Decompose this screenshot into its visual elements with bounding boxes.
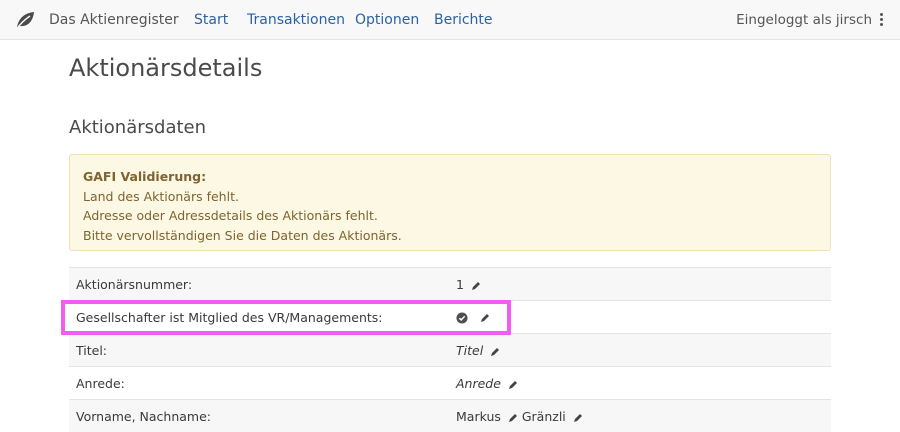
edit-pencil-icon[interactable]	[508, 413, 518, 423]
leaf-logo-icon[interactable]	[14, 9, 36, 31]
alert-line: Bitte vervollständigen Sie die Daten des…	[83, 227, 402, 243]
nav-link-optionen[interactable]: Optionen	[355, 12, 419, 28]
shareholder-number: 1	[456, 277, 464, 292]
edit-pencil-icon[interactable]	[471, 281, 481, 291]
more-options-icon[interactable]	[880, 13, 884, 28]
alert-line: Land des Aktionärs fehlt.	[83, 188, 239, 204]
nav-link-transaktionen[interactable]: Transaktionen	[247, 12, 345, 28]
first-name[interactable]: Markus	[456, 409, 501, 424]
nav-link-start[interactable]: Start	[194, 12, 228, 28]
validation-alert: GAFI Validierung: Land des Aktionärs feh…	[69, 154, 831, 251]
top-navbar: Das Aktienregister Start Transaktionen O…	[0, 0, 900, 40]
logged-in-user[interactable]: Eingeloggt als jirsch	[736, 12, 872, 28]
brand-name[interactable]: Das Aktienregister	[49, 12, 179, 28]
edit-pencil-icon[interactable]	[480, 313, 490, 323]
row-value: Titel	[456, 343, 500, 358]
table-row: Anrede: Anrede	[69, 366, 831, 399]
table-row: Titel: Titel	[69, 333, 831, 366]
row-value: 1	[456, 277, 481, 292]
check-circle-icon	[456, 311, 468, 324]
edit-pencil-icon[interactable]	[508, 380, 518, 390]
row-label: Aktionärsnummer:	[76, 277, 193, 292]
row-label: Gesellschafter ist Mitglied des VR/Manag…	[76, 310, 383, 325]
title-placeholder[interactable]: Titel	[456, 343, 483, 358]
row-label: Anrede:	[76, 376, 125, 391]
last-name[interactable]: Gränzli	[522, 409, 566, 424]
edit-pencil-icon[interactable]	[573, 413, 583, 423]
section-title: Aktionärsdaten	[69, 117, 207, 138]
table-row: Gesellschafter ist Mitglied des VR/Manag…	[69, 300, 831, 333]
page-title: Aktionärsdetails	[69, 54, 263, 82]
nav-link-berichte[interactable]: Berichte	[434, 12, 493, 28]
salutation-placeholder[interactable]: Anrede	[456, 376, 501, 391]
row-label: Titel:	[76, 343, 107, 358]
table-row: Vorname, Nachname: Markus Gränzli	[69, 399, 831, 432]
row-value: Anrede	[456, 376, 518, 391]
alert-line: Adresse oder Adressdetails des Aktionärs…	[83, 208, 378, 223]
table-row: Aktionärsnummer: 1	[69, 267, 831, 300]
row-label: Vorname, Nachname:	[76, 409, 212, 424]
edit-pencil-icon[interactable]	[490, 347, 500, 357]
alert-title: GAFI Validierung:	[83, 169, 207, 184]
row-value: Markus Gränzli	[456, 409, 583, 424]
row-value	[456, 309, 490, 324]
